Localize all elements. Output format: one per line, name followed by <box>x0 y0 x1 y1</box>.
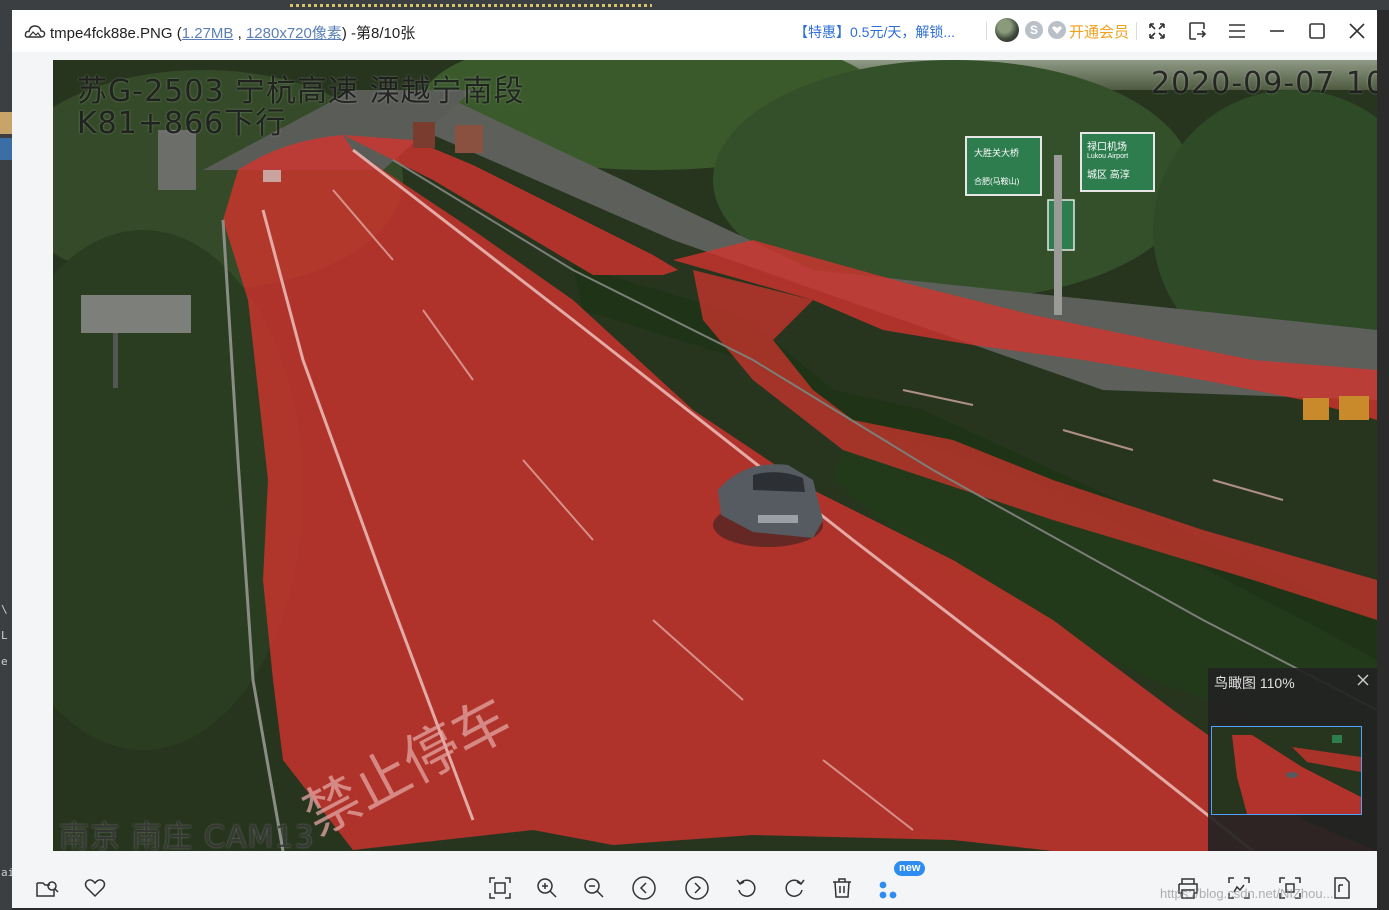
birdseye-title: 鸟瞰图 110% <box>1214 675 1295 691</box>
image-viewer-window: tmpe4fck88e.PNG (1.27MB , 1280x720像素) -第… <box>12 10 1377 908</box>
close-icon[interactable] <box>1357 674 1369 686</box>
image-dimensions-link[interactable]: 1280x720像素 <box>246 25 342 42</box>
fullscreen-icon[interactable] <box>1145 19 1169 43</box>
avatar[interactable] <box>995 18 1019 42</box>
file-size-link[interactable]: 1.27MB <box>182 25 234 42</box>
camera-name-text: 南京 南庄 CAM13 <box>59 820 315 851</box>
minimize-icon[interactable] <box>1265 19 1289 43</box>
rotate-right-icon[interactable] <box>781 875 807 901</box>
new-badge: new <box>894 861 926 876</box>
birdseye-preview <box>1212 727 1361 814</box>
file-title: tmpe4fck88e.PNG (1.27MB , 1280x720像素) -第… <box>50 25 416 42</box>
background-text: L <box>1 629 8 642</box>
watermark-text: https://blog.csdn.net/NIZhou... <box>1160 886 1334 901</box>
background-editor-strip <box>12 0 1389 10</box>
birdseye-panel: 鸟瞰图 110% <box>1208 668 1377 851</box>
menu-icon[interactable] <box>1225 19 1249 43</box>
sign-text: 城区 高淳 <box>1087 170 1130 181</box>
sign-text: 禄口机场 <box>1087 142 1127 153</box>
share-icon[interactable] <box>1185 19 1209 43</box>
background-editor-sidebar <box>0 0 12 910</box>
close-icon[interactable] <box>1345 19 1369 43</box>
birdseye-thumbnail[interactable] <box>1211 726 1362 815</box>
camera-milepost-text: K81+866下行 <box>77 106 287 141</box>
background-text: \ <box>1 603 8 616</box>
previous-icon[interactable] <box>631 875 657 901</box>
sidebar-marker <box>0 112 12 134</box>
image-counter: -第8/10张 <box>351 25 416 42</box>
rotate-left-icon[interactable] <box>734 875 760 901</box>
delete-icon[interactable] <box>829 875 855 901</box>
background-text: e <box>1 655 8 668</box>
open-vip-button[interactable]: 开通会员 <box>1069 21 1129 42</box>
svip-badge: S <box>1025 21 1043 39</box>
spellcheck-underline <box>290 4 652 7</box>
fit-screen-icon[interactable] <box>487 875 513 901</box>
file-name: tmpe4fck88e.PNG <box>50 25 173 42</box>
sign-text: 合肥(马鞍山) <box>974 177 1020 186</box>
promo-link[interactable]: 【特惠】0.5元/天，解锁... <box>794 22 955 42</box>
open-folder-icon[interactable] <box>34 875 60 901</box>
vip-shield-icon <box>1048 21 1066 39</box>
image-canvas[interactable]: 禁止停车 苏G-2503 宁杭高速 溧越宁南段 K81+866下行 2020-0… <box>53 60 1377 851</box>
cloud-logo-icon <box>24 25 46 38</box>
divider <box>986 22 987 40</box>
sign-text: 大胜关大桥 <box>974 148 1020 158</box>
title-bar: tmpe4fck88e.PNG (1.27MB , 1280x720像素) -第… <box>12 10 1377 52</box>
sidebar-marker <box>0 138 12 160</box>
divider <box>1136 22 1137 40</box>
zoom-out-icon[interactable] <box>581 875 607 901</box>
maximize-icon[interactable] <box>1305 19 1329 43</box>
segmentation-image: 禁止停车 <box>53 60 1377 851</box>
bottom-toolbar <box>12 862 1377 908</box>
favorite-icon[interactable] <box>82 875 108 901</box>
zoom-in-icon[interactable] <box>534 875 560 901</box>
apps-icon[interactable] <box>876 875 902 901</box>
camera-timestamp: 2020-09-07 10:2 <box>1151 66 1377 101</box>
sign-text: Lukou Airport <box>1087 153 1129 160</box>
next-icon[interactable] <box>684 875 710 901</box>
